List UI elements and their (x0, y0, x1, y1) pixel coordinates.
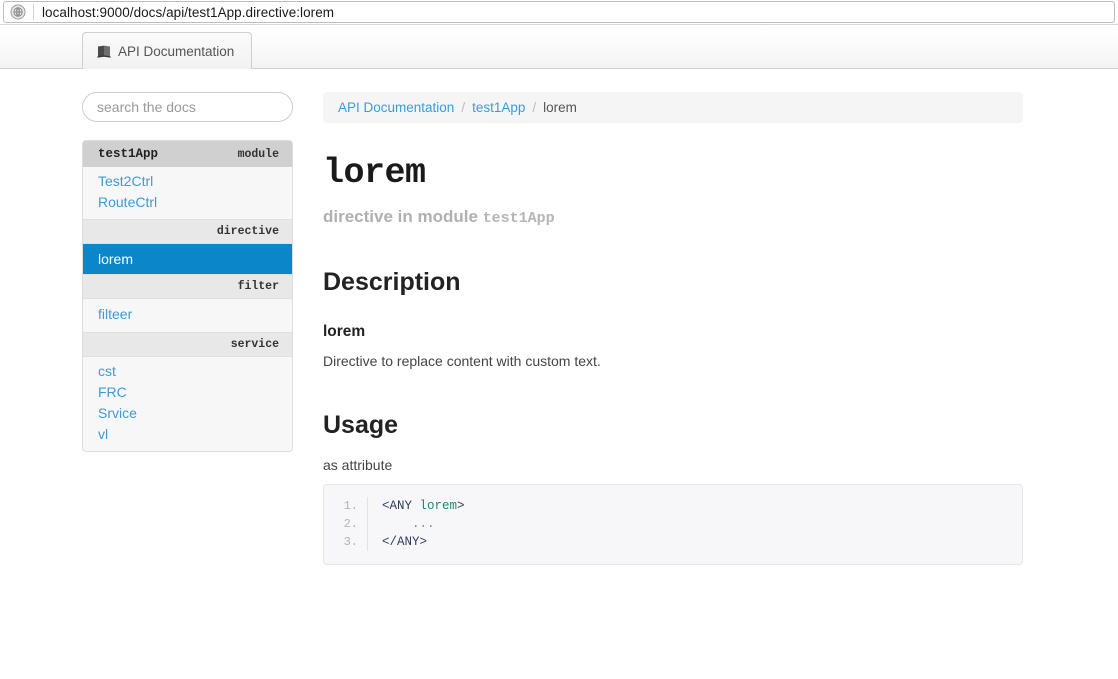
breadcrumb-separator: / (532, 100, 537, 115)
code-line-number: 2. (343, 517, 358, 532)
url-text: localhost:9000/docs/api/test1App.directi… (42, 4, 335, 20)
nav-group-label-directive: directive (216, 225, 279, 238)
sidebar-item-filteer[interactable]: filteer (83, 304, 292, 325)
breadcrumb-item-test1app[interactable]: test1App (472, 100, 525, 115)
tab-label: API Documentation (118, 43, 235, 59)
sidebar-item-srvice[interactable]: Srvice (83, 403, 292, 424)
globe-icon (10, 4, 26, 20)
code-line: <ANY lorem> (382, 497, 1022, 515)
browser-chrome: localhost:9000/docs/api/test1App.directi… (0, 0, 1118, 24)
tab-strip: API Documentation (0, 24, 1118, 69)
nav-module-header[interactable]: test1App module (83, 141, 292, 167)
code-line-number: 1. (343, 499, 358, 514)
code-line: ... (382, 515, 1022, 533)
nav-group-label-service: service (230, 338, 279, 351)
usage-code-block: 1. 2. 3. <ANY lorem> ... </ANY> (323, 484, 1023, 566)
sidebar-item-routectrl[interactable]: RouteCtrl (83, 192, 292, 213)
breadcrumb-separator: / (461, 100, 466, 115)
page-subtitle: directive in module test1App (323, 207, 1023, 227)
usage-heading: Usage (323, 411, 399, 440)
nav-module-name: test1App (98, 147, 159, 161)
sidebar: test1App module Test2Ctrl RouteCtrl dire… (82, 92, 293, 452)
nav-group-label-filter: filter (237, 280, 279, 293)
sidebar-item-vl[interactable]: vl (83, 424, 292, 445)
description-heading: Description (323, 267, 461, 296)
sidebar-item-frc[interactable]: FRC (83, 382, 292, 403)
breadcrumb: API Documentation / test1App / lorem (323, 92, 1023, 123)
code-token-ellipsis: ... (382, 517, 435, 532)
address-bar[interactable]: localhost:9000/docs/api/test1App.directi… (3, 1, 1115, 23)
description-text: Directive to replace content with custom… (323, 352, 601, 369)
nav-group-filters: filteer (83, 299, 292, 332)
code-token-tag-close: > (457, 499, 465, 514)
address-bar-divider (33, 4, 34, 20)
nav-group-header-service: service (83, 332, 292, 357)
nav-group-services: cst FRC Srvice vl (83, 357, 292, 451)
breadcrumb-item-current: lorem (543, 100, 577, 115)
code-line: </ANY> (382, 533, 1022, 551)
book-icon (97, 45, 111, 58)
breadcrumb-item-api-documentation[interactable]: API Documentation (338, 100, 454, 115)
nav-group-header-directive: directive (83, 219, 292, 244)
page-body: test1App module Test2Ctrl RouteCtrl dire… (0, 69, 1118, 679)
main-content: API Documentation / test1App / lorem lor… (323, 92, 1023, 566)
description-sub-heading: lorem (323, 322, 366, 340)
code-line-number-gutter: 1. 2. 3. (324, 497, 368, 552)
nav-group-controllers: Test2Ctrl RouteCtrl (83, 167, 292, 219)
sidebar-item-test2ctrl[interactable]: Test2Ctrl (83, 171, 292, 192)
code-line-number: 3. (343, 535, 358, 550)
code-token-tag-closing: </ANY> (382, 535, 428, 550)
api-nav-list: test1App module Test2Ctrl RouteCtrl dire… (82, 140, 293, 452)
usage-note: as attribute (323, 457, 393, 474)
page-title: lorem (323, 153, 426, 193)
page-subtitle-module: test1App (482, 209, 555, 227)
tab-api-documentation[interactable]: API Documentation (82, 32, 252, 69)
sidebar-item-cst[interactable]: cst (83, 361, 292, 382)
code-token-attribute: lorem (419, 499, 458, 514)
page-subtitle-prefix: directive in module (323, 206, 478, 226)
search-input[interactable] (82, 92, 293, 122)
sidebar-item-lorem[interactable]: lorem (83, 244, 292, 274)
nav-group-header-filter: filter (83, 274, 292, 299)
code-token-tag-open: <ANY (382, 499, 420, 514)
nav-module-type-label: module (237, 147, 279, 161)
code-lines: <ANY lorem> ... </ANY> (368, 497, 1022, 551)
